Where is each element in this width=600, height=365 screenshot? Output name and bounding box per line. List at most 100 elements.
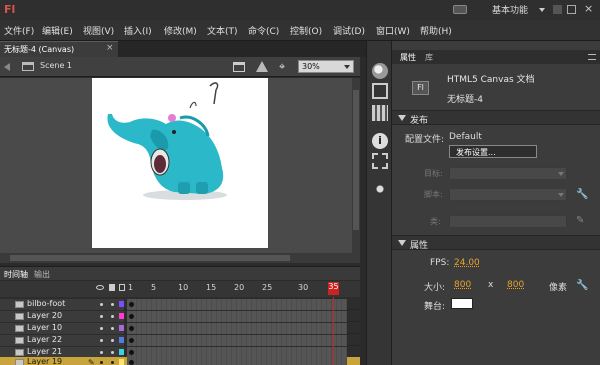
menu-text[interactable]: 文本(T) <box>207 24 238 37</box>
keyframe[interactable] <box>129 350 134 355</box>
outline-icon[interactable] <box>119 284 125 291</box>
layer-name-cell[interactable]: Layer 22 <box>0 335 124 346</box>
keyframe[interactable] <box>129 302 134 307</box>
layer-name[interactable]: Layer 10 <box>27 323 62 332</box>
layer-row[interactable]: Layer 20 <box>0 311 360 322</box>
stage-vertical-scrollbar[interactable] <box>352 78 360 263</box>
frame-track[interactable] <box>127 335 347 346</box>
scrollbar-thumb[interactable] <box>353 90 359 230</box>
stage-canvas[interactable] <box>92 78 268 248</box>
visibility-dot[interactable] <box>100 351 103 354</box>
class-field[interactable] <box>449 215 567 228</box>
scene-name[interactable]: Scene 1 <box>40 61 72 70</box>
maximize-button[interactable] <box>567 5 576 14</box>
stage-color-swatch[interactable] <box>451 298 473 309</box>
lock-icon[interactable] <box>109 284 115 291</box>
layer-name-cell[interactable]: Layer 20 <box>0 311 124 322</box>
edit-scene-icon[interactable] <box>233 62 245 72</box>
menu-window[interactable]: 窗口(W) <box>376 24 410 37</box>
frame-track[interactable] <box>127 357 347 365</box>
fps-value[interactable]: 24.00 <box>454 258 480 268</box>
layer-color-swatch[interactable] <box>119 359 124 365</box>
layer-name[interactable]: Layer 19 <box>27 357 62 365</box>
edit-symbol-icon[interactable] <box>256 61 268 72</box>
workspace-switcher[interactable]: 基本功能 <box>492 3 528 16</box>
tab-properties[interactable]: 属性 <box>400 52 416 63</box>
layer-color-swatch[interactable] <box>119 313 124 319</box>
visibility-dot[interactable] <box>100 327 103 330</box>
visibility-dot[interactable] <box>100 303 103 306</box>
layer-row[interactable]: Layer 10 <box>0 323 360 334</box>
lock-dot[interactable] <box>111 351 114 354</box>
layer-name[interactable]: Layer 20 <box>27 311 62 320</box>
chevron-down-icon[interactable] <box>539 8 545 12</box>
layer-name[interactable]: Layer 22 <box>27 335 62 344</box>
info-icon[interactable]: i <box>372 133 388 149</box>
menu-help[interactable]: 帮助(H) <box>420 24 452 37</box>
tab-output[interactable]: 输出 <box>34 269 50 280</box>
menu-debug[interactable]: 调试(D) <box>333 24 365 37</box>
eye-icon[interactable] <box>96 285 104 290</box>
keyframe[interactable] <box>129 314 134 319</box>
menu-edit[interactable]: 编辑(E) <box>42 24 73 37</box>
frame-track[interactable] <box>127 311 347 322</box>
layer-name-cell[interactable]: Layer 10 <box>0 323 124 334</box>
lock-dot[interactable] <box>111 361 114 364</box>
pencil-icon[interactable]: ✎ <box>576 215 584 226</box>
layer-row[interactable]: Layer 22 <box>0 335 360 346</box>
width-value[interactable]: 800 <box>454 280 471 290</box>
collapse-triangle-icon[interactable] <box>398 115 406 121</box>
menu-view[interactable]: 视图(V) <box>83 24 114 37</box>
publish-section-header[interactable]: 发布 <box>392 110 600 126</box>
scrollbar-thumb[interactable] <box>10 255 290 261</box>
lock-dot[interactable] <box>111 315 114 318</box>
keyframe[interactable] <box>129 360 134 365</box>
publish-settings-button[interactable]: 发布设置... <box>449 145 537 158</box>
script-select[interactable] <box>449 188 567 201</box>
layer-color-swatch[interactable] <box>119 337 124 343</box>
layer-name[interactable]: Layer 21 <box>27 347 62 356</box>
stage-horizontal-scrollbar[interactable] <box>0 253 352 263</box>
frame-track[interactable] <box>127 323 347 334</box>
back-arrow-icon[interactable] <box>4 63 10 71</box>
visibility-dot[interactable] <box>100 339 103 342</box>
menu-modify[interactable]: 修改(M) <box>164 24 197 37</box>
workspace-icon[interactable] <box>453 5 467 14</box>
menu-control[interactable]: 控制(O) <box>290 24 322 37</box>
lock-dot[interactable] <box>111 327 114 330</box>
layer-color-swatch[interactable] <box>119 301 124 307</box>
panel-menu-icon[interactable] <box>588 54 596 60</box>
collapse-triangle-icon[interactable] <box>398 240 406 246</box>
height-value[interactable]: 800 <box>507 280 524 290</box>
wrench-icon[interactable]: 🔧 <box>576 280 588 291</box>
frame-track[interactable] <box>127 299 347 310</box>
close-button[interactable]: × <box>584 2 593 15</box>
layer-name-cell[interactable]: bilbo-foot <box>0 299 124 310</box>
layer-name[interactable]: bilbo-foot <box>27 299 65 308</box>
close-icon[interactable]: × <box>106 43 114 53</box>
layer-color-swatch[interactable] <box>119 349 124 355</box>
target-select[interactable] <box>449 167 567 180</box>
minimize-button[interactable] <box>553 5 562 14</box>
layer-color-swatch[interactable] <box>119 325 124 331</box>
menu-commands[interactable]: 命令(C) <box>248 24 279 37</box>
layer-row[interactable]: bilbo-foot <box>0 299 360 310</box>
center-stage-icon[interactable]: ⌖ <box>279 61 285 72</box>
wrench-icon[interactable]: 🔧 <box>576 189 588 200</box>
playhead-label[interactable]: 35 <box>328 282 339 295</box>
pencil-icon[interactable]: ✎ <box>88 358 95 365</box>
keyframe[interactable] <box>129 326 134 331</box>
align-icon[interactable] <box>372 83 388 99</box>
tab-library[interactable]: 库 <box>425 52 433 63</box>
layer-row-selected[interactable]: Layer 19 ✎ <box>0 357 360 365</box>
zoom-select[interactable]: 30% <box>298 60 354 73</box>
menu-insert[interactable]: 插入(I) <box>124 24 152 37</box>
elephant-illustration[interactable] <box>92 78 268 248</box>
menu-file[interactable]: 文件(F) <box>4 24 34 37</box>
visibility-dot[interactable] <box>100 361 103 364</box>
components-icon[interactable] <box>372 181 388 197</box>
document-tab[interactable]: 无标题-4 (Canvas) × <box>0 41 118 57</box>
visibility-dot[interactable] <box>100 315 103 318</box>
transform-icon[interactable] <box>372 153 388 169</box>
swatches-icon[interactable] <box>372 105 388 121</box>
